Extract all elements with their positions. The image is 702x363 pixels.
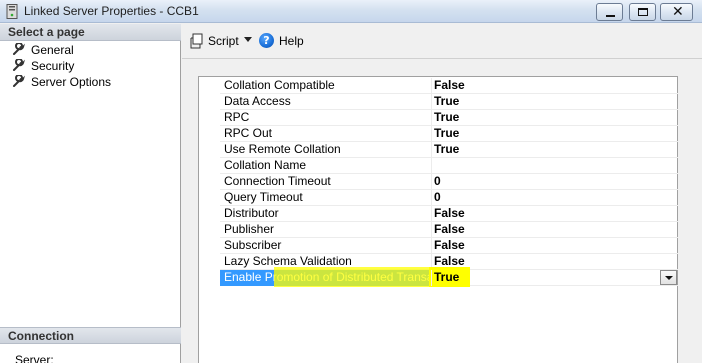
property-row[interactable]: RPC Out True xyxy=(220,126,678,142)
script-label: Script xyxy=(208,34,239,48)
property-row[interactable]: Publisher False xyxy=(220,222,678,238)
property-separator xyxy=(431,174,432,190)
toolbar: Script ? Help xyxy=(182,24,702,57)
property-row[interactable]: Distributor False xyxy=(220,206,678,222)
maximize-button[interactable] xyxy=(629,3,656,21)
property-value[interactable]: True xyxy=(434,110,459,126)
property-value[interactable]: False xyxy=(434,78,465,94)
property-name: Data Access xyxy=(224,94,291,108)
property-row[interactable]: RPC True xyxy=(220,110,678,126)
property-name: Use Remote Collation xyxy=(224,142,341,156)
page-selector-pane: Select a page General Security Server Op… xyxy=(0,24,181,363)
maximize-icon xyxy=(638,8,648,16)
annotation-highlight xyxy=(274,267,433,287)
help-icon: ? xyxy=(259,33,274,48)
property-value[interactable]: True xyxy=(434,94,459,110)
property-name: Distributor xyxy=(224,206,279,220)
property-grid: Collation Compatible False Data Access True… xyxy=(198,76,678,363)
property-separator xyxy=(431,270,432,286)
property-separator xyxy=(431,206,432,222)
minimize-button[interactable] xyxy=(596,3,623,21)
select-page-header: Select a page xyxy=(0,24,181,41)
property-row[interactable]: Enable Promotion of Distributed Transact… xyxy=(220,267,678,287)
wrench-icon xyxy=(13,75,25,87)
main-pane: Script ? Help Collation Compatible False D… xyxy=(182,24,702,363)
property-name: Subscriber xyxy=(224,238,282,252)
property-value[interactable]: True xyxy=(434,142,459,158)
property-separator xyxy=(431,94,432,110)
property-row[interactable]: Connection Timeout 0 xyxy=(220,174,678,190)
close-icon: ✕ xyxy=(672,4,684,20)
property-value[interactable]: 0 xyxy=(434,190,441,206)
title-bar: Linked Server Properties - CCB1 ✕ xyxy=(0,0,702,23)
property-value[interactable]: True xyxy=(434,270,459,286)
property-separator xyxy=(431,126,432,142)
chevron-down-icon xyxy=(665,276,673,280)
toolbar-divider xyxy=(182,58,702,59)
close-button[interactable]: ✕ xyxy=(660,3,693,21)
wrench-icon xyxy=(13,59,25,71)
property-value[interactable]: False xyxy=(434,238,465,254)
minimize-icon xyxy=(606,15,615,17)
property-separator xyxy=(431,78,432,94)
property-name: RPC xyxy=(224,110,250,124)
property-name: Query Timeout xyxy=(224,190,303,204)
property-name: Collation Name xyxy=(224,158,307,172)
property-row[interactable]: Collation Compatible False xyxy=(220,78,678,94)
property-row[interactable]: Collation Name xyxy=(220,158,678,174)
property-value[interactable]: True xyxy=(434,126,459,142)
property-separator xyxy=(431,142,432,158)
property-row[interactable]: Subscriber False xyxy=(220,238,678,254)
help-label: Help xyxy=(279,34,304,48)
property-name: Connection Timeout xyxy=(224,174,331,188)
server-icon xyxy=(6,4,18,19)
property-separator xyxy=(431,238,432,254)
property-row[interactable]: Data Access True xyxy=(220,94,678,110)
property-name: Publisher xyxy=(224,222,275,236)
property-separator xyxy=(431,110,432,126)
property-value[interactable]: False xyxy=(434,222,465,238)
page-item-label: Server Options xyxy=(31,75,112,89)
property-separator xyxy=(431,222,432,238)
connection-header: Connection xyxy=(0,327,181,344)
property-value[interactable]: 0 xyxy=(434,174,441,190)
property-grid-gutter xyxy=(199,77,220,363)
window-title: Linked Server Properties - CCB1 xyxy=(24,4,199,18)
property-row[interactable]: Use Remote Collation True xyxy=(220,142,678,158)
page-item-label: Security xyxy=(31,59,75,73)
script-icon xyxy=(190,33,203,49)
property-name: Collation Compatible xyxy=(224,78,335,92)
property-separator xyxy=(431,190,432,206)
property-row[interactable]: Query Timeout 0 xyxy=(220,190,678,206)
server-label: Server: xyxy=(15,353,54,363)
wrench-icon xyxy=(13,43,25,55)
property-separator xyxy=(431,158,432,174)
property-value[interactable]: False xyxy=(434,206,465,222)
property-name: RPC Out xyxy=(224,126,273,140)
page-item-label: General xyxy=(31,43,74,57)
script-dropdown-arrow-icon[interactable] xyxy=(244,37,252,42)
value-dropdown-button[interactable] xyxy=(660,270,677,285)
